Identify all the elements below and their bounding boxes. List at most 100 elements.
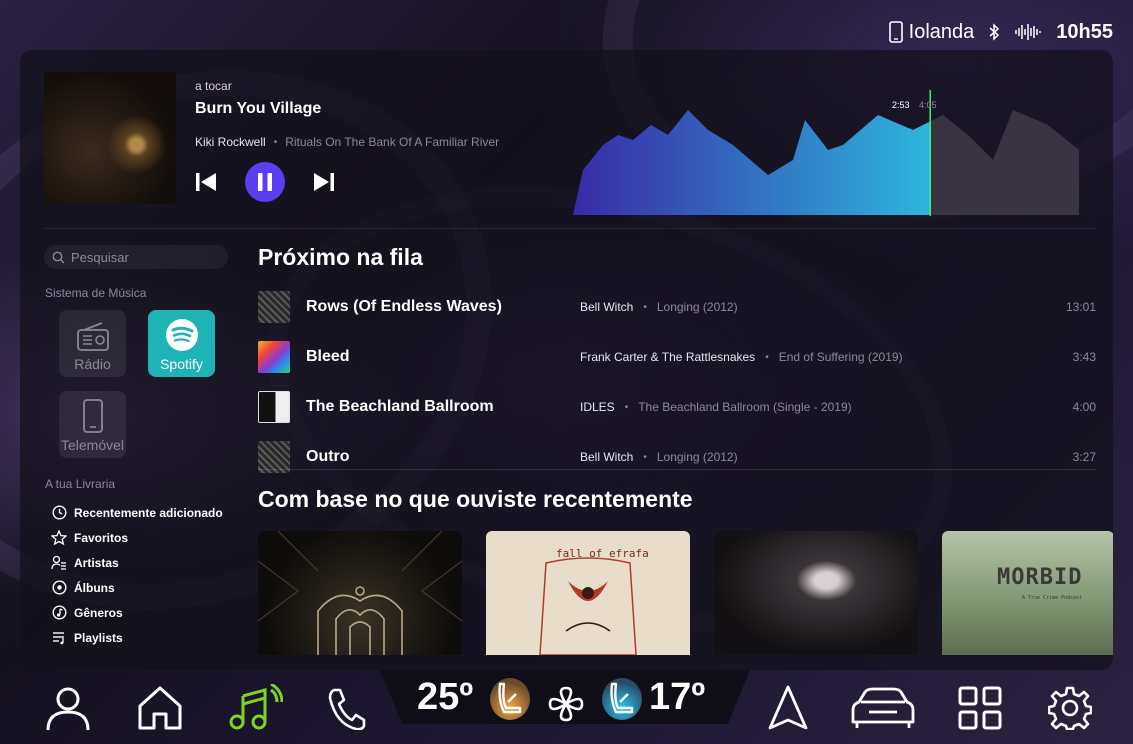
now-playing-label: a tocar <box>195 79 232 93</box>
now-playing-artist[interactable]: Kiki Rockwell <box>195 135 266 149</box>
seat-icon <box>498 682 522 714</box>
track-duration: 4:00 <box>1072 400 1096 414</box>
pause-icon <box>258 173 272 191</box>
seat-icon <box>610 682 634 714</box>
track-album: Longing (2012) <box>656 450 738 464</box>
media-panel: a tocar Burn You Village Kiki Rockwell •… <box>20 50 1113 670</box>
connected-user-name: Iolanda <box>908 20 975 43</box>
bottom-dock: 25º 17º <box>0 670 1133 744</box>
track-duration: 3:27 <box>1072 450 1096 464</box>
track-cover <box>258 391 290 423</box>
search-bar[interactable] <box>44 245 228 269</box>
vehicle-button[interactable] <box>848 678 918 738</box>
recommendation-card[interactable]: fall of efrafa <box>486 531 690 655</box>
source-phone-label: Telemóvel <box>60 437 125 453</box>
queue-row[interactable]: The Beachland Ballroom IDLES • The Beachla… <box>258 382 1096 432</box>
music-button[interactable] <box>225 678 285 738</box>
home-icon <box>138 686 182 730</box>
library-item-label: Gêneros <box>74 605 123 620</box>
pause-button[interactable] <box>245 162 285 202</box>
apps-grid-icon <box>958 686 1002 730</box>
library-item-label: Favoritos <box>74 530 129 545</box>
playlist-icon <box>52 632 64 645</box>
apps-button[interactable] <box>950 678 1010 738</box>
spotify-icon <box>165 319 198 351</box>
source-spotify[interactable]: Spotify <box>148 310 215 377</box>
now-playing-album[interactable]: Rituals On The Bank Of A Familiar River <box>285 135 499 149</box>
next-button[interactable] <box>313 172 335 192</box>
queue-row[interactable]: Bleed Frank Carter & The Rattlesnakes • En… <box>258 332 1096 382</box>
library-item-label: Artistas <box>74 555 119 570</box>
navigation-arrow-icon <box>768 685 808 730</box>
temperature-right[interactable]: 17º <box>649 676 705 719</box>
search-icon <box>52 251 65 263</box>
library-item-label: Recentemente adicionado <box>74 505 223 520</box>
source-radio-label: Rádio <box>74 356 111 372</box>
track-album: Longing (2012) <box>656 300 738 314</box>
settings-button[interactable] <box>1040 678 1100 738</box>
section-divider <box>44 228 1095 229</box>
current-time: 2:53 <box>892 100 910 110</box>
library-item-label: Playlists <box>74 630 123 645</box>
separator-dot: • <box>273 136 278 148</box>
source-radio[interactable]: Rádio <box>59 310 126 377</box>
track-album: The Beachland Ballroom (Single - 2019) <box>638 400 852 414</box>
track-artist: Bell Witch <box>580 450 634 464</box>
track-title: Outro <box>306 448 350 465</box>
genre-icon <box>51 605 67 620</box>
library-item-playlists[interactable]: Playlists <box>51 625 223 650</box>
temperature-left[interactable]: 25º <box>417 676 473 719</box>
queue-heading: Próximo na fila <box>258 244 423 270</box>
bluetooth-icon <box>989 23 1000 41</box>
recommendation-text: MORBID <box>997 565 1083 590</box>
star-icon <box>51 530 67 545</box>
recommendation-card[interactable] <box>258 531 462 655</box>
library-item-recent[interactable]: Recentemente adicionado <box>51 500 223 525</box>
home-button[interactable] <box>130 678 190 738</box>
track-cover <box>258 291 290 323</box>
phone-icon <box>82 399 103 433</box>
recommendation-card[interactable] <box>714 531 918 655</box>
queue-row[interactable]: Outro Bell Witch • Longing (2012) 3:27 <box>258 432 1096 482</box>
seat-heat-right[interactable] <box>602 678 642 720</box>
waveform-progress[interactable] <box>573 90 1083 220</box>
seat-heat-left[interactable] <box>490 678 530 720</box>
phone-call-button[interactable] <box>316 678 376 738</box>
track-title: Rows (Of Endless Waves) <box>306 298 502 315</box>
recommendation-card[interactable]: MORBID A True Crime Podcast <box>942 531 1113 655</box>
library-item-favorites[interactable]: Favoritos <box>51 525 223 550</box>
library-item-albums[interactable]: Álbuns <box>51 575 223 600</box>
connected-phone[interactable]: Iolanda <box>888 20 975 44</box>
recommendations-heading: Com base no que ouviste recentemente <box>258 486 693 512</box>
recommendations-row: fall of efrafa MORBID A True Crime Podca… <box>258 531 1113 655</box>
track-artist: Frank Carter & The Rattlesnakes <box>580 350 756 364</box>
library-label: A tua Livraria <box>45 477 116 491</box>
source-spotify-label: Spotify <box>160 356 203 372</box>
total-time: 4:05 <box>919 100 937 110</box>
search-input[interactable] <box>71 249 221 265</box>
fan-button[interactable] <box>536 674 596 734</box>
track-artist: IDLES <box>580 400 615 414</box>
car-icon <box>851 687 915 728</box>
clock: 10h55 <box>1056 20 1113 43</box>
queue-row[interactable]: Rows (Of Endless Waves) Bell Witch • Longi… <box>258 282 1096 332</box>
source-phone[interactable]: Telemóvel <box>59 391 126 458</box>
now-playing-title: Burn You Village <box>195 100 322 117</box>
navigation-button[interactable] <box>758 678 818 738</box>
playback-controls <box>195 162 335 202</box>
skip-forward-icon <box>314 173 334 191</box>
library-item-genres[interactable]: Gêneros <box>51 600 223 625</box>
library-list: Recentemente adicionado Favoritos Artist… <box>51 500 223 650</box>
profile-button[interactable] <box>38 678 98 738</box>
queue-divider <box>258 469 1096 470</box>
previous-button[interactable] <box>195 172 217 192</box>
queue-list: Rows (Of Endless Waves) Bell Witch • Longi… <box>258 282 1096 482</box>
album-art-pattern <box>539 557 637 655</box>
recommendation-subtext: A True Crime Podcast <box>1022 595 1083 601</box>
library-item-artists[interactable]: Artistas <box>51 550 223 575</box>
track-duration: 13:01 <box>1065 300 1096 314</box>
track-album: End of Suffering (2019) <box>778 350 903 364</box>
now-playing-meta: Kiki Rockwell • Rituals On The Bank Of A… <box>195 135 499 149</box>
fan-icon <box>548 686 584 722</box>
track-cover <box>258 341 290 373</box>
